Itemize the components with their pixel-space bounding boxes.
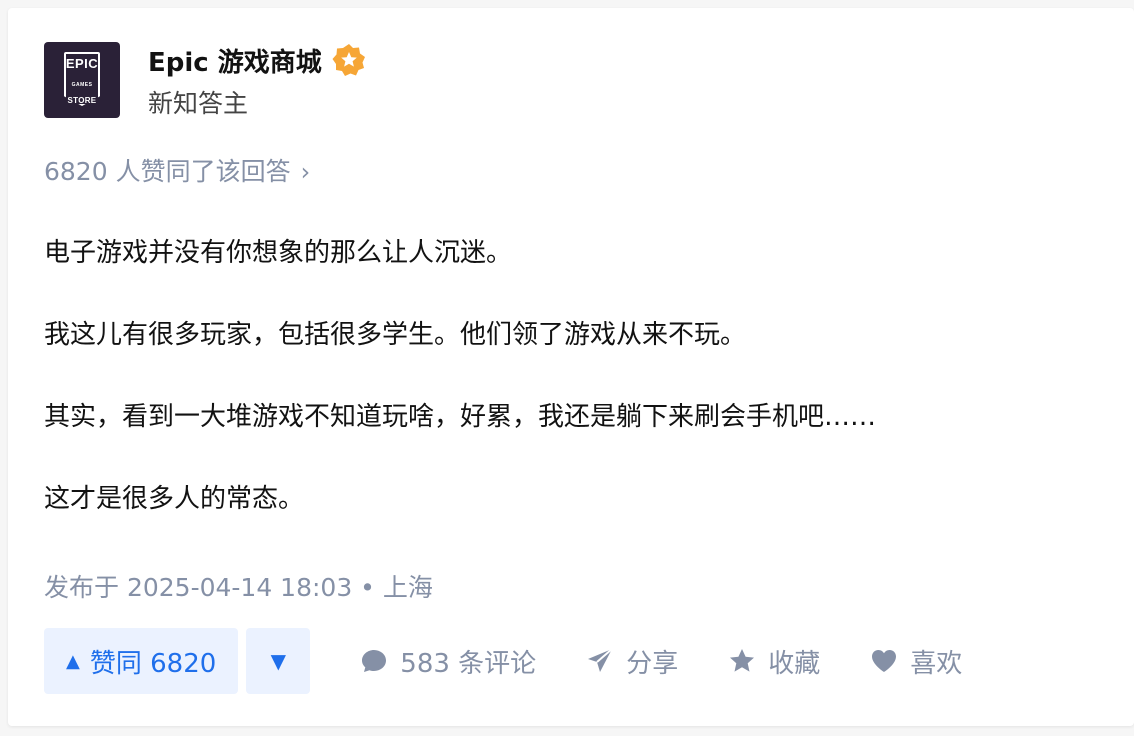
- content-paragraph: 电子游戏并没有你想象的那么让人沉迷。: [44, 238, 513, 268]
- answer-content: 电子游戏并没有你想象的那么让人沉迷。 我这儿有很多玩家，包括很多学生。他们领了游…: [44, 234, 1104, 562]
- triangle-down-icon: ▼: [270, 649, 286, 673]
- logo-text-epic: EPIC: [65, 56, 99, 71]
- content-paragraph: 其实，看到一大堆游戏不知道玩啥，好累，我还是躺下来刷会手机吧……: [44, 402, 877, 432]
- author-name-row: Epic 游戏商城: [148, 42, 366, 78]
- collect-button[interactable]: 收藏: [728, 643, 820, 680]
- upvote-button[interactable]: ▲ 赞同 6820: [44, 628, 239, 694]
- collect-label: 收藏: [768, 648, 821, 679]
- author-name[interactable]: Epic 游戏商城: [148, 42, 322, 79]
- share-label: 分享: [626, 648, 679, 679]
- answer-card: EPIC GAMES STORE Epic 游戏商城 新知答主 6820 人赞同…: [8, 8, 1134, 726]
- vote-summary-text: 6820 人赞同了该回答: [44, 157, 291, 186]
- like-label: 喜欢: [910, 648, 963, 679]
- publish-info: 发布于 2025-04-14 18:03 • 上海: [44, 573, 433, 602]
- comment-bubble-icon: [362, 650, 387, 672]
- chevron-right-icon: ›: [300, 158, 311, 186]
- author-info: EPIC GAMES STORE Epic 游戏商城 新知答主: [44, 42, 366, 120]
- content-paragraph: 我这儿有很多玩家，包括很多学生。他们领了游戏从来不玩。: [44, 320, 747, 350]
- logo-text-games: GAMES: [71, 82, 93, 88]
- triangle-up-icon: ▲: [66, 650, 80, 672]
- logo-text-store: STORE: [67, 96, 97, 105]
- verified-badge-icon: [332, 43, 366, 77]
- like-button[interactable]: 喜欢: [870, 643, 962, 680]
- upvote-label: 赞同 6820: [89, 648, 217, 679]
- paper-plane-icon: [588, 648, 613, 672]
- comments-label: 583 条评论: [400, 648, 537, 679]
- author-avatar[interactable]: EPIC GAMES STORE: [44, 42, 120, 118]
- action-bar: ▲ 赞同 6820 ▼ 583 条评论 分享 收藏 喜欢: [44, 628, 962, 694]
- comments-button[interactable]: 583 条评论: [360, 643, 536, 680]
- content-paragraph: 这才是很多人的常态。: [44, 484, 305, 514]
- share-button[interactable]: 分享: [586, 643, 678, 680]
- downvote-button[interactable]: ▼: [246, 628, 311, 694]
- author-headline: 新知答主: [148, 89, 249, 118]
- star-icon: [730, 649, 755, 672]
- vote-summary-link[interactable]: 6820 人赞同了该回答 ›: [44, 152, 310, 188]
- heart-icon: [872, 650, 897, 672]
- author-meta: Epic 游戏商城 新知答主: [148, 42, 366, 120]
